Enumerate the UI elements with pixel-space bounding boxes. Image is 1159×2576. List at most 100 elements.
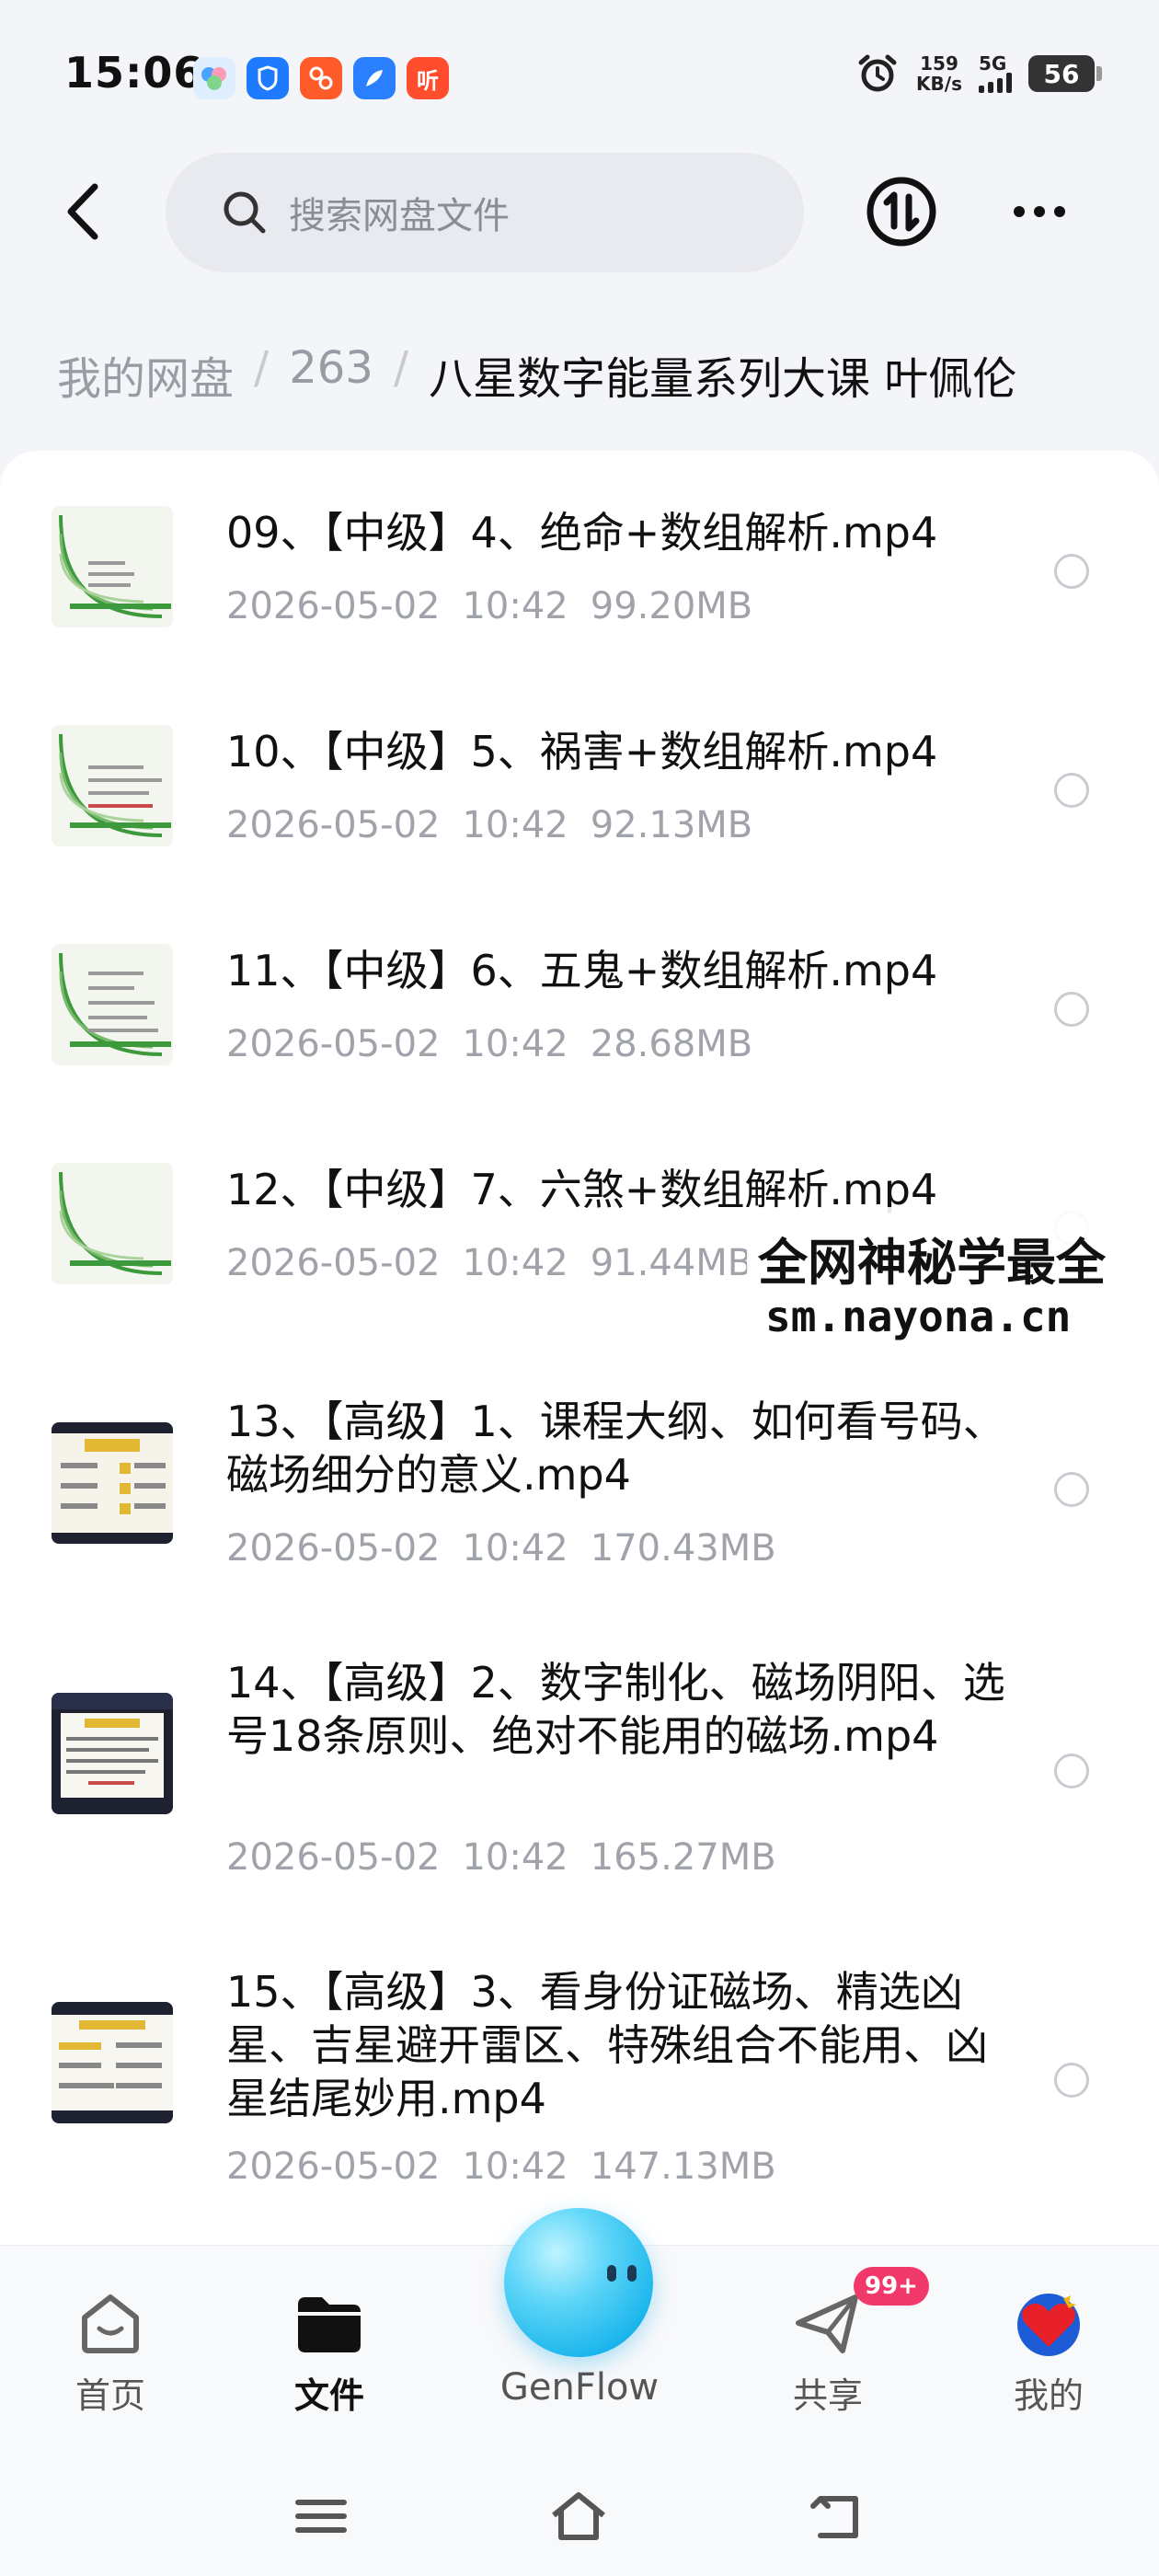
file-size: 28.68MB xyxy=(590,1023,753,1065)
search-placeholder: 搜索网盘文件 xyxy=(289,195,510,237)
status-indicators: 159 KB/s 5G 56 xyxy=(855,52,1102,96)
breadcrumb-separator: / xyxy=(393,342,408,394)
video-thumbnail xyxy=(52,506,173,627)
video-thumbnail xyxy=(52,944,173,1065)
file-row[interactable]: 10、【中级】5、祸害+数组解析.mp4 2026-05-02 10:42 92… xyxy=(0,725,1159,900)
status-time: 15:06 xyxy=(64,48,204,98)
top-toolbar: 搜索网盘文件 xyxy=(0,147,1159,276)
avatar-heart-icon xyxy=(1017,2292,1080,2356)
nav-home[interactable]: 首页 xyxy=(18,2246,202,2430)
file-time: 10:42 xyxy=(462,1836,568,1879)
listen-app-icon: 听 xyxy=(407,57,449,99)
file-name: 13、【高级】1、课程大纲、如何看号码、磁场细分的意义.mp4 xyxy=(226,1397,1005,1500)
file-meta: 2026-05-02 10:42 28.68MB xyxy=(226,1023,752,1065)
nav-home-label: 首页 xyxy=(75,2375,145,2416)
file-name: 11、【中级】6、五鬼+数组解析.mp4 xyxy=(226,946,938,995)
mascot-app-icon xyxy=(300,57,342,99)
genflow-app-icon xyxy=(193,57,235,99)
file-row[interactable]: 13、【高级】1、课程大纲、如何看号码、磁场细分的意义.mp4 2026-05-… xyxy=(0,1395,1159,1597)
file-meta: 2026-05-02 10:42 91.44MB xyxy=(226,1242,752,1284)
file-meta: 2026-05-02 10:42 170.43MB xyxy=(226,1527,776,1570)
file-time: 10:42 xyxy=(462,1527,568,1570)
file-size: 91.44MB xyxy=(590,1242,753,1284)
file-time: 10:42 xyxy=(462,585,568,627)
select-radio[interactable] xyxy=(1054,1754,1089,1788)
file-meta: 2026-05-02 10:42 147.13MB xyxy=(226,2145,776,2188)
orb-eye-icon xyxy=(627,2265,637,2282)
net-speed-unit: KB/s xyxy=(916,73,962,95)
net-speed-value: 159 xyxy=(920,52,958,75)
file-name: 14、【高级】2、数字制化、磁场阴阳、选号18条原则、绝对不能用的磁场.mp4 xyxy=(226,1658,1005,1761)
file-date: 2026-05-02 xyxy=(226,1023,441,1065)
file-date: 2026-05-02 xyxy=(226,1527,441,1570)
select-radio[interactable] xyxy=(1054,554,1089,589)
file-time: 10:42 xyxy=(462,1023,568,1065)
net-speed: 159 KB/s xyxy=(916,53,962,94)
file-row[interactable]: 11、【中级】6、五鬼+数组解析.mp4 2026-05-02 10:42 28… xyxy=(0,944,1159,1119)
file-date: 2026-05-02 xyxy=(226,1242,441,1284)
chevron-left-icon xyxy=(67,183,98,240)
watermark-url: sm.nayona.cn xyxy=(765,1292,1072,1341)
file-size: 147.13MB xyxy=(590,2145,776,2188)
watermark-overlay: 全网神秘学最全 sm.nayona.cn xyxy=(747,1207,1159,1354)
breadcrumb-root[interactable]: 我的网盘 xyxy=(57,342,234,407)
video-thumbnail xyxy=(52,1422,173,1544)
breadcrumb-middle[interactable]: 263 xyxy=(289,342,373,407)
file-meta: 2026-05-02 10:42 92.13MB xyxy=(226,804,752,846)
home-icon[interactable] xyxy=(546,2484,611,2548)
search-input[interactable]: 搜索网盘文件 xyxy=(166,153,804,272)
file-row[interactable]: 09、【中级】4、绝命+数组解析.mp4 2026-05-02 10:42 99… xyxy=(0,506,1159,681)
file-date: 2026-05-02 xyxy=(226,2145,441,2188)
transfer-button[interactable] xyxy=(865,175,938,248)
file-name: 10、【中级】5、祸害+数组解析.mp4 xyxy=(226,727,938,776)
file-meta: 2026-05-02 10:42 165.27MB xyxy=(226,1836,776,1879)
system-nav-bar xyxy=(0,2456,1159,2576)
network-type: 5G xyxy=(979,52,1007,75)
more-dot-icon xyxy=(1054,206,1065,217)
file-size: 170.43MB xyxy=(590,1527,776,1570)
file-row[interactable]: 15、【高级】3、看身份证磁场、精选凶星、吉星避开雷区、特殊组合不能用、凶星结尾… xyxy=(0,1965,1159,2214)
nav-files-label: 文件 xyxy=(293,2375,364,2416)
feather-app-icon xyxy=(353,57,396,99)
menu-icon[interactable] xyxy=(289,2484,353,2548)
nav-files[interactable]: 文件 xyxy=(237,2246,421,2430)
file-name: 15、【高级】3、看身份证磁场、精选凶星、吉星避开雷区、特殊组合不能用、凶星结尾… xyxy=(226,1967,988,2123)
select-radio[interactable] xyxy=(1054,1472,1089,1507)
file-date: 2026-05-02 xyxy=(226,1836,441,1879)
search-icon xyxy=(224,191,266,234)
breadcrumb-current: 八星数字能量系列大课 叶佩伦 xyxy=(428,353,1017,405)
genflow-button[interactable] xyxy=(504,2208,653,2357)
battery-level: 56 xyxy=(1043,58,1080,89)
status-app-icons: 听 xyxy=(193,57,449,99)
back-button[interactable] xyxy=(46,175,120,248)
listen-app-char: 听 xyxy=(417,67,439,94)
transfer-icon xyxy=(866,177,936,247)
nav-mine-label: 我的 xyxy=(1013,2375,1084,2416)
back-nav-icon[interactable] xyxy=(804,2484,868,2548)
video-thumbnail xyxy=(52,725,173,846)
share-badge: 99+ xyxy=(854,2267,929,2306)
file-size: 92.13MB xyxy=(590,804,753,846)
orb-eye-icon xyxy=(607,2265,616,2282)
select-radio[interactable] xyxy=(1054,992,1089,1027)
signal-bars-icon xyxy=(979,73,1012,93)
nav-share-label: 共享 xyxy=(792,2375,863,2416)
select-radio[interactable] xyxy=(1054,2063,1089,2098)
file-row[interactable]: 14、【高级】2、数字制化、磁场阴阳、选号18条原则、绝对不能用的磁场.mp4 … xyxy=(0,1656,1159,1904)
home-face-icon xyxy=(82,2294,139,2353)
file-size: 99.20MB xyxy=(590,585,753,627)
genflow-label: GenFlow xyxy=(499,2366,660,2409)
folder-icon xyxy=(298,2297,361,2352)
file-meta: 2026-05-02 10:42 99.20MB xyxy=(226,585,752,627)
file-name: 09、【中级】4、绝命+数组解析.mp4 xyxy=(226,508,938,558)
more-dot-icon xyxy=(1034,206,1045,217)
nav-mine[interactable]: 我的 xyxy=(957,2246,1141,2430)
cell-signal: 5G xyxy=(979,54,1012,93)
file-time: 10:42 xyxy=(462,2145,568,2188)
watermark-title: 全网神秘学最全 xyxy=(758,1234,1106,1292)
more-options-button[interactable] xyxy=(1003,175,1076,248)
battery-icon: 56 xyxy=(1028,55,1102,92)
select-radio[interactable] xyxy=(1054,773,1089,808)
file-size: 165.27MB xyxy=(590,1836,776,1879)
paper-plane-icon xyxy=(796,2294,858,2353)
